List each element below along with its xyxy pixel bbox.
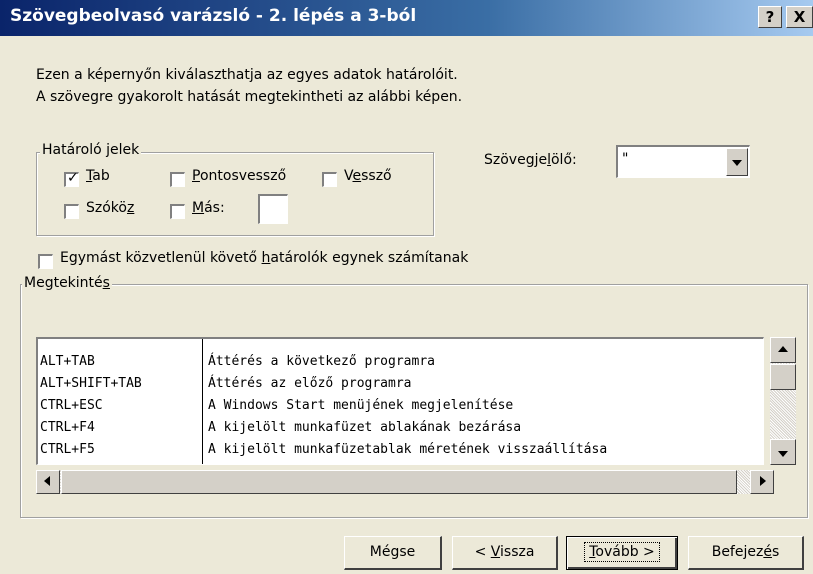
arrow-left-icon [44, 476, 50, 486]
delimiters-legend: Határoló jelek [40, 142, 142, 158]
window-title: Szövegbeolvasó varázsló - 2. lépés a 3-b… [10, 6, 417, 26]
help-icon: ? [765, 8, 775, 26]
consecutive-delimiters-checkbox[interactable] [38, 254, 53, 269]
check-mark-icon: ✓ [67, 170, 79, 186]
chevron-down-icon [732, 160, 742, 166]
arrow-right-icon [760, 476, 766, 486]
help-button[interactable]: ? [758, 6, 782, 28]
space-checkbox[interactable] [64, 204, 79, 219]
text-qualifier-label: Szövegjelölő: [484, 152, 577, 168]
delimiters-group [36, 152, 434, 236]
scroll-down-button[interactable] [770, 439, 796, 465]
intro-line-2: A szövegre gyakorolt hatását megtekinthe… [36, 89, 463, 105]
text-qualifier-value: " [622, 151, 629, 167]
vertical-scroll-thumb[interactable] [770, 364, 796, 390]
intro-line-1: Ezen a képernyőn kiválaszthatja az egyes… [36, 67, 458, 83]
tab-label[interactable]: Tab [86, 168, 110, 184]
title-bar[interactable]: Szövegbeolvasó varázsló - 2. lépés a 3-b… [0, 0, 813, 36]
close-icon: X [793, 8, 806, 26]
finish-button[interactable]: Befejezés [688, 536, 804, 570]
scroll-right-button[interactable] [750, 470, 774, 494]
tab-checkbox[interactable]: ✓ [64, 170, 79, 187]
text-qualifier-combo[interactable]: " [616, 145, 750, 178]
semicolon-label[interactable]: Pontosvessző [192, 168, 286, 184]
next-button[interactable]: Tovább > [566, 536, 678, 570]
scroll-left-button[interactable] [36, 470, 60, 494]
horizontal-scrollbar[interactable] [36, 470, 774, 494]
text-qualifier-dropdown-button[interactable] [726, 148, 748, 176]
scroll-up-button[interactable] [770, 337, 796, 363]
semicolon-checkbox[interactable] [170, 172, 185, 187]
vertical-scrollbar[interactable] [770, 337, 796, 465]
intro-text: Ezen a képernyőn kiválaszthatja az egyes… [36, 64, 462, 108]
arrow-up-icon [778, 346, 788, 352]
horizontal-scroll-thumb[interactable] [61, 470, 737, 494]
other-checkbox[interactable] [170, 204, 185, 219]
cancel-button[interactable]: Mégse [344, 536, 442, 570]
comma-checkbox[interactable] [322, 172, 337, 187]
comma-label[interactable]: Vessző [344, 168, 392, 184]
other-delimiter-input[interactable] [258, 194, 288, 224]
back-button[interactable]: < Vissza [452, 536, 558, 570]
column-divider[interactable] [202, 339, 203, 464]
consecutive-delimiters-label[interactable]: Egymást közvetlenül követő határolók egy… [60, 250, 468, 266]
arrow-down-icon [778, 451, 788, 457]
preview-legend: Megtekintés [22, 275, 112, 291]
preview-grid[interactable]: ALT+TAB Áttérés a következő programra ALT… [36, 337, 764, 465]
close-button[interactable]: X [786, 6, 813, 28]
other-label[interactable]: Más: [192, 200, 225, 216]
space-label[interactable]: Szóköz [86, 200, 134, 216]
